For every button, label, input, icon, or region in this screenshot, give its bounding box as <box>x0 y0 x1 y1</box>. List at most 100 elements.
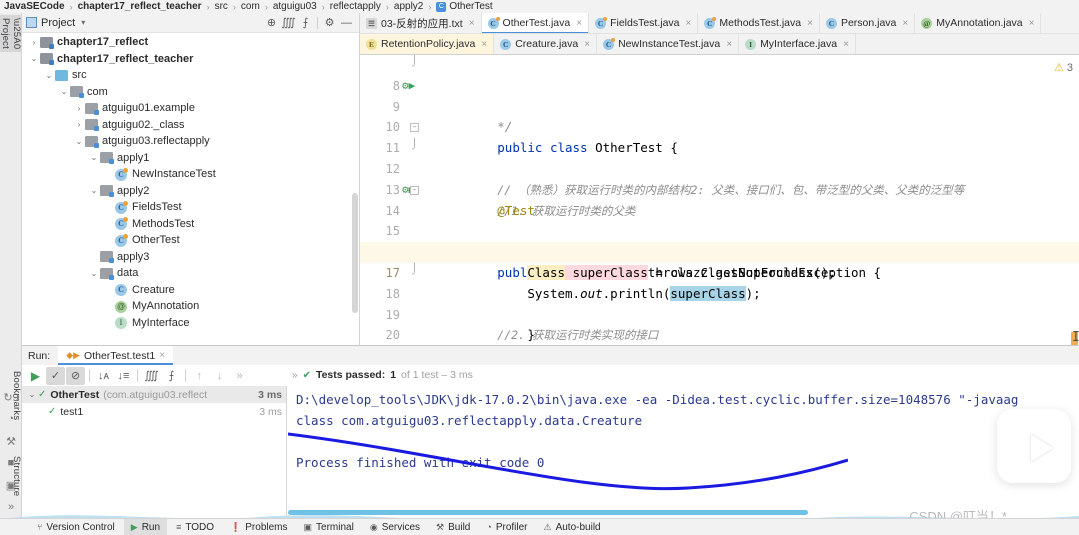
code-line[interactable]: 16 Class superClass = clazz.getSuperclas… <box>360 221 1079 280</box>
close-icon[interactable]: × <box>1029 18 1035 29</box>
show-ignored-toggle[interactable]: ⊘ <box>66 366 85 385</box>
more-icon[interactable]: » <box>0 496 22 518</box>
close-icon[interactable]: × <box>843 39 849 50</box>
breadcrumb-item-5[interactable]: reflectapply <box>330 1 381 12</box>
editor-tab[interactable]: C Person.java × <box>819 13 916 33</box>
breadcrumb-item-0[interactable]: JavaSECode <box>4 1 65 12</box>
tree-toggle-icon[interactable]: ⌄ <box>88 269 100 278</box>
console-output[interactable]: » ✔ Tests passed: 1 of 1 test – 3 ms D:\… <box>288 365 1079 519</box>
tree-toggle-icon[interactable]: › <box>73 104 85 113</box>
locate-icon[interactable]: ⊕ <box>263 14 280 31</box>
chevron-down-icon[interactable]: ⌄ <box>26 390 38 399</box>
tree-node[interactable]: I MyInterface <box>22 315 360 332</box>
code-area[interactable]: 8 ⌡ */ ⚠ 3 9 ⚙▶ public class OtherTest {… <box>360 55 1079 345</box>
tree-node[interactable]: › atguigu02._class <box>22 117 360 134</box>
code-line[interactable]: 10 <box>360 97 1079 134</box>
settings-wrench-icon[interactable]: ⚒ <box>0 430 22 452</box>
status-bar-item-auto-build[interactable]: ⚠ Auto-build <box>537 519 608 535</box>
chevron-right-icon[interactable]: » <box>292 370 298 381</box>
tree-node[interactable]: ⌄ chapter17_reflect_teacher <box>22 51 360 68</box>
tree-node[interactable]: C Creature <box>22 282 360 299</box>
run-tab-othertest-test1[interactable]: ◆▶ OtherTest.test1 × <box>58 346 174 365</box>
code-line[interactable]: 19 //2. 获取运行时类实现的接口 <box>360 284 1079 343</box>
status-bar-item-services[interactable]: ◉ Services <box>363 519 427 535</box>
tree-toggle-icon[interactable]: › <box>73 120 85 129</box>
tree-toggle-icon[interactable]: ⌄ <box>28 54 40 63</box>
breadcrumb-item-6[interactable]: apply2 <box>394 1 423 12</box>
tree-node[interactable]: C NewInstanceTest <box>22 166 360 183</box>
editor-tab[interactable]: I MyInterface.java × <box>739 34 856 54</box>
next-failed-button[interactable]: ↓ <box>210 367 229 385</box>
tree-node[interactable]: ⌄ src <box>22 67 360 84</box>
collapse-all-icon[interactable]: ⨍ <box>297 14 314 31</box>
fold-marker-icon[interactable]: ⌡ <box>410 140 419 151</box>
tree-node[interactable]: › atguigu01.example <box>22 100 360 117</box>
stop-icon[interactable]: ■ <box>0 452 22 474</box>
collapse-all-button[interactable]: ⨍ <box>162 367 181 385</box>
breadcrumb-item-4[interactable]: atguigu03 <box>273 1 317 12</box>
rerun-button[interactable]: ▶ <box>26 367 45 385</box>
status-bar-item-terminal[interactable]: ▣ Terminal <box>297 519 361 535</box>
test-tree-row-test1[interactable]: ✓ test1 3 ms <box>22 403 286 420</box>
code-line[interactable]: 18 ⌡ } <box>360 263 1079 342</box>
tree-node[interactable]: ⌄ atguigu03.reflectapply <box>22 133 360 150</box>
editor-tab[interactable]: C Creature.java × <box>494 34 598 54</box>
close-icon[interactable]: × <box>584 39 590 50</box>
tree-node[interactable]: @ MyAnnotation <box>22 298 360 315</box>
test-results-tree[interactable]: ⌄ ✓ OtherTest (com.atguigu03.reflect 3 m… <box>22 386 287 519</box>
tree-toggle-icon[interactable]: ⌄ <box>88 153 100 162</box>
more-options-button[interactable]: » <box>230 367 249 385</box>
run-toolbar[interactable]: ▶ ✓ ⊘ ↓ᴀ ↓≡ ⨌ ⨍ ↑ ↓ » <box>22 365 287 386</box>
close-icon[interactable]: × <box>481 39 487 50</box>
sidebar-item-project[interactable]: \u25A0 Project <box>0 15 22 53</box>
breadcrumb-item-1[interactable]: chapter17_reflect_teacher <box>78 1 202 12</box>
settings-gear-icon[interactable]: ⚙ <box>321 14 338 31</box>
breadcrumb-item-2[interactable]: src <box>215 1 228 12</box>
editor-tab[interactable]: C OtherTest.java × <box>481 13 590 33</box>
tree-node[interactable]: C MethodsTest <box>22 216 360 233</box>
console-horizontal-scrollbar[interactable] <box>288 510 808 515</box>
tree-toggle-icon[interactable]: ⌄ <box>73 137 85 146</box>
tree-node[interactable]: ⌄ apply2 <box>22 183 360 200</box>
code-line[interactable]: 17 System.out.println(superClass); <box>360 242 1079 301</box>
expand-all-button[interactable]: ⨌ <box>142 367 161 385</box>
chevron-down-icon[interactable]: ▾ <box>81 18 85 27</box>
editor-tab[interactable]: ☰ 03-反射的应用.txt × <box>360 13 482 33</box>
project-tree[interactable]: › chapter17_reflect ⌄ chapter17_reflect_tea… <box>22 33 360 345</box>
tree-node[interactable]: ⌄ apply1 <box>22 150 360 167</box>
tree-node[interactable]: apply3 <box>22 249 360 266</box>
run-test-gutter-icon[interactable]: ⚙▶ <box>402 79 415 92</box>
status-bar-item-profiler[interactable]: ◔ Profiler <box>479 519 534 535</box>
close-icon[interactable]: × <box>686 18 692 29</box>
test-tree-row-othertest[interactable]: ⌄ ✓ OtherTest (com.atguigu03.reflect 3 m… <box>22 386 286 403</box>
fold-marker-icon[interactable]: − <box>410 123 419 133</box>
project-tree-scrollbar[interactable] <box>352 193 358 313</box>
status-bar-item-version-control[interactable]: ⑂ Version Control <box>30 519 122 535</box>
tree-node[interactable]: ⌄ com <box>22 84 360 101</box>
code-line[interactable]: 20 @Test <box>360 305 1079 342</box>
editor-tab[interactable]: C MethodsTest.java × <box>698 13 820 33</box>
fold-marker-icon[interactable]: ⌡ <box>410 57 419 67</box>
sort-by-duration-button[interactable]: ↓≡ <box>114 367 133 385</box>
code-line[interactable]: 8 ⌡ */ ⚠ 3 <box>360 55 1079 135</box>
tree-toggle-icon[interactable]: › <box>28 38 40 47</box>
hide-panel-icon[interactable]: — <box>338 14 355 31</box>
editor-tab[interactable]: E RetentionPolicy.java × <box>360 34 495 54</box>
previous-failed-button[interactable]: ↑ <box>190 367 209 385</box>
code-line[interactable]: 9 ⚙▶ public class OtherTest { <box>360 76 1079 155</box>
breadcrumb-item-7[interactable]: OtherTest <box>449 1 492 12</box>
status-bar-item-todo[interactable]: ≡ TODO <box>169 519 221 535</box>
code-line[interactable]: 14 ⚙▶ − public void test1() throws Class… <box>360 180 1079 280</box>
status-bar-item-build[interactable]: ⚒ Build <box>429 519 477 535</box>
tree-node[interactable]: › chapter17_reflect <box>22 34 360 51</box>
close-icon[interactable]: × <box>807 18 813 29</box>
tree-node[interactable]: C FieldsTest <box>22 199 360 216</box>
close-icon[interactable]: × <box>726 39 732 50</box>
fold-marker-icon[interactable]: − <box>410 185 419 195</box>
rerun-failed-icon[interactable]: ↻9 <box>0 386 22 408</box>
expand-all-icon[interactable]: ⨌ <box>280 14 297 31</box>
fold-marker-icon[interactable]: ⌡ <box>410 264 419 275</box>
rerun-automatically-icon[interactable]: ◔ <box>0 408 22 430</box>
code-line[interactable]: 12 ⌡ //1. 获取运行时类的父类 <box>360 138 1079 218</box>
show-passed-toggle[interactable]: ✓ <box>46 366 65 385</box>
